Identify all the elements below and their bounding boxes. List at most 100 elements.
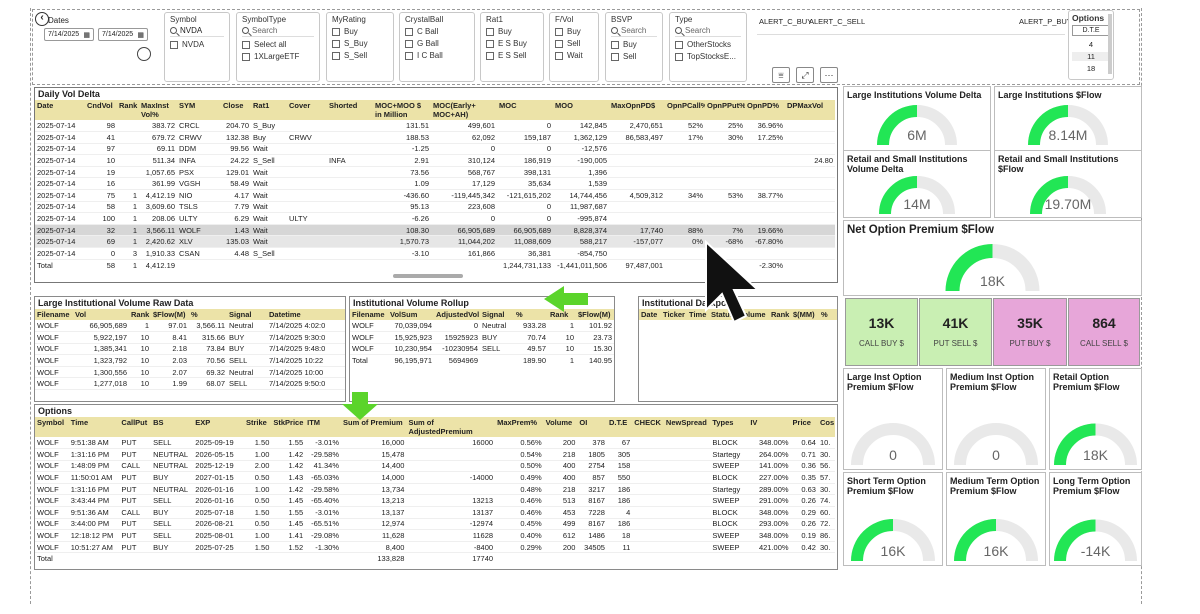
symboltype-search-input[interactable]: Search — [242, 26, 314, 37]
slicer-option[interactable]: C Ball — [405, 27, 469, 36]
table-row[interactable]: WOLF 1,385,341 10 2.18 73.84 BUY 7/14/2025 9:4… — [35, 343, 345, 356]
dte-option[interactable]: 11 — [1072, 52, 1110, 61]
column-header[interactable]: BS — [151, 417, 194, 437]
column-header[interactable]: EXP — [193, 417, 244, 437]
table-row[interactable]: WOLF 11:50:01 AM PUT BUY 2027-01-15 0.50 1.43-… — [35, 471, 835, 484]
column-header[interactable]: Cos — [817, 417, 835, 437]
slicer-option[interactable]: S_Buy — [332, 39, 388, 48]
checkbox[interactable] — [611, 52, 619, 61]
column-header[interactable]: Ticker — [661, 309, 687, 320]
column-header[interactable]: IV — [748, 417, 791, 437]
checkbox[interactable] — [405, 39, 413, 48]
table-row[interactable]: WOLF 12:18:12 PM PUT SELL 2025-08-01 1.00 1.41… — [35, 529, 835, 542]
column-header[interactable]: NewSpread — [663, 417, 711, 437]
dte-option[interactable]: 4 — [1072, 40, 1110, 49]
table-row[interactable]: WOLF 1,323,792 10 2.03 70.56 SELL 7/14/2025 10… — [35, 354, 345, 367]
column-header[interactable]: SYM — [177, 100, 221, 120]
table-row[interactable]: WOLF 1:31:16 PM PUT NEUTRAL 2026-01-16 1.00 1.… — [35, 483, 835, 496]
column-header[interactable]: CallPut — [119, 417, 152, 437]
table-row[interactable]: 2025-07-14 97 69.11 DDM 99.56 Wait -1.25 0 0 -12,… — [35, 143, 835, 156]
table-row[interactable]: 2025-07-14 58 1 3,609.60 TSLS 7.79 Wait 95.13 22… — [35, 201, 835, 214]
checkbox[interactable] — [170, 40, 178, 49]
checkbox[interactable] — [242, 52, 250, 61]
checkbox[interactable] — [486, 51, 494, 60]
table-row[interactable]: WOLF 5,922,197 10 8.41 315.66 BUY 7/14/2025 9:… — [35, 331, 345, 344]
column-header[interactable]: $(MM) — [791, 309, 819, 320]
type-search-input[interactable]: Search — [675, 26, 741, 37]
slicer-option[interactable]: Buy — [555, 27, 593, 36]
column-header[interactable]: D.T.E — [606, 417, 633, 437]
slicer-option[interactable]: OtherStocks — [675, 40, 741, 49]
slicer-option[interactable]: 1XLargeETF — [242, 52, 314, 61]
slicer-option[interactable]: Buy — [611, 40, 657, 49]
bsvp-search-input[interactable]: Search — [611, 26, 657, 37]
column-header[interactable]: Date — [639, 309, 661, 320]
table-row[interactable]: 2025-07-14 19 1,057.65 PSX 129.01 Wait 73.56 56… — [35, 166, 835, 179]
slicer-option[interactable]: Wait — [555, 51, 593, 60]
column-header[interactable]: VolSum — [388, 309, 434, 320]
column-header[interactable]: StkPrice — [271, 417, 306, 437]
table-row[interactable]: WOLF 3:44:00 PM PUT SELL 2026-08-21 0.50 1.45-… — [35, 518, 835, 531]
table-row[interactable]: WOLF 9:51:38 AM PUT SELL 2025-09-19 1.50 1.55-… — [35, 437, 835, 450]
slicer-option[interactable]: Buy — [332, 27, 388, 36]
column-header[interactable]: % — [819, 309, 837, 320]
focus-mode-icon[interactable]: ⤢ — [796, 67, 814, 83]
table-row[interactable]: WOLF 1:31:16 PM PUT NEUTRAL 2026-05-15 1.00 1.… — [35, 448, 835, 461]
column-header[interactable]: DPMaxVol — [785, 100, 835, 120]
start-date-input[interactable]: 7/14/2025 ▦ — [44, 28, 94, 41]
column-header[interactable]: CndVol — [85, 100, 117, 120]
column-header[interactable]: Rat1 — [251, 100, 287, 120]
table-row[interactable]: 2025-07-14 75 1 4,412.19 NIO 4.17 Wait -436.60-… — [35, 189, 835, 202]
table-row[interactable]: WOLF 66,905,689 1 97.01 3,566.11 Neutral 7/14/… — [35, 320, 345, 333]
alert-c-buy-label[interactable]: ALERT_C_BUY — [759, 17, 812, 26]
column-header[interactable]: Datetime — [267, 309, 345, 320]
column-header[interactable]: Vol — [73, 309, 129, 320]
slicer-option[interactable]: Select all — [242, 40, 314, 49]
column-header[interactable]: MaxPrem% — [495, 417, 544, 437]
checkbox[interactable] — [555, 51, 563, 60]
column-header[interactable]: Rank — [117, 100, 139, 120]
alert-c-sell-label[interactable]: ALERT_C_SELL — [809, 17, 865, 26]
column-header[interactable]: Close — [221, 100, 251, 120]
checkbox[interactable] — [332, 51, 340, 60]
table-row[interactable]: WOLF 1:48:09 PM CALL NEUTRAL 2025-12-19 2.00 1… — [35, 460, 835, 473]
slicer-option[interactable]: Sell — [611, 52, 657, 61]
horizontal-scrollbar[interactable] — [393, 274, 463, 278]
column-header[interactable]: Price — [790, 417, 818, 437]
table-row[interactable]: WOLF 70,039,094 0 Neutral 933.28 1 101.92 — [350, 320, 614, 333]
end-date-input[interactable]: 7/14/2025 ▦ — [98, 28, 148, 41]
column-header[interactable]: Cover — [287, 100, 327, 120]
column-header[interactable]: Strike — [243, 417, 272, 437]
calendar-icon[interactable]: ▦ — [137, 31, 144, 39]
column-header[interactable]: Date — [35, 100, 85, 120]
column-header[interactable]: MOC — [497, 100, 553, 120]
slicer-option[interactable]: TopStocksE... — [675, 52, 741, 61]
column-header[interactable]: MaxInst Vol% — [139, 100, 177, 120]
symbol-search-input[interactable]: NVDA — [170, 26, 224, 37]
slicer-option[interactable]: E S Buy — [486, 39, 538, 48]
column-header[interactable]: % — [189, 309, 227, 320]
checkbox[interactable] — [332, 39, 340, 48]
checkbox[interactable] — [675, 52, 683, 61]
table-row[interactable]: WOLF 3:43:44 PM PUT SELL 2026-01-16 0.50 1.45-… — [35, 494, 835, 508]
checkbox[interactable] — [611, 40, 619, 49]
column-header[interactable]: MOO — [553, 100, 609, 120]
filter-icon[interactable]: ⩸ — [772, 67, 790, 83]
checkbox[interactable] — [486, 39, 494, 48]
table-row[interactable]: 2025-07-14 100 1 208.06 ULTY 6.29 Wait ULTY -6.2… — [35, 212, 835, 225]
table-row[interactable]: 2025-07-14 10 511.34 INFA 24.22 S_Sell INFA 2.9… — [35, 154, 835, 167]
column-header[interactable]: CHECK — [632, 417, 664, 437]
checkbox[interactable] — [486, 27, 494, 36]
table-row[interactable]: 2025-07-14 16 361.99 VGSH 58.49 Wait 1.09 17,12… — [35, 177, 835, 191]
column-header[interactable]: Symbol — [35, 417, 69, 437]
column-header[interactable]: Signal — [227, 309, 267, 320]
column-header[interactable]: Filename — [350, 309, 388, 320]
column-header[interactable]: Sum of AdjustedPremium — [406, 417, 496, 437]
table-row[interactable]: WOLF 1,300,556 10 2.07 69.32 Neutral 7/14/2025… — [35, 366, 345, 379]
column-header[interactable]: Volume — [543, 417, 578, 437]
slicer-option[interactable]: I C Ball — [405, 51, 469, 60]
table-row[interactable]: WOLF 10:51:27 AM PUT BUY 2025-07-25 1.50 1.52-… — [35, 541, 835, 554]
calendar-icon[interactable]: ▦ — [83, 31, 90, 39]
checkbox[interactable] — [242, 40, 250, 49]
checkbox[interactable] — [405, 27, 413, 36]
